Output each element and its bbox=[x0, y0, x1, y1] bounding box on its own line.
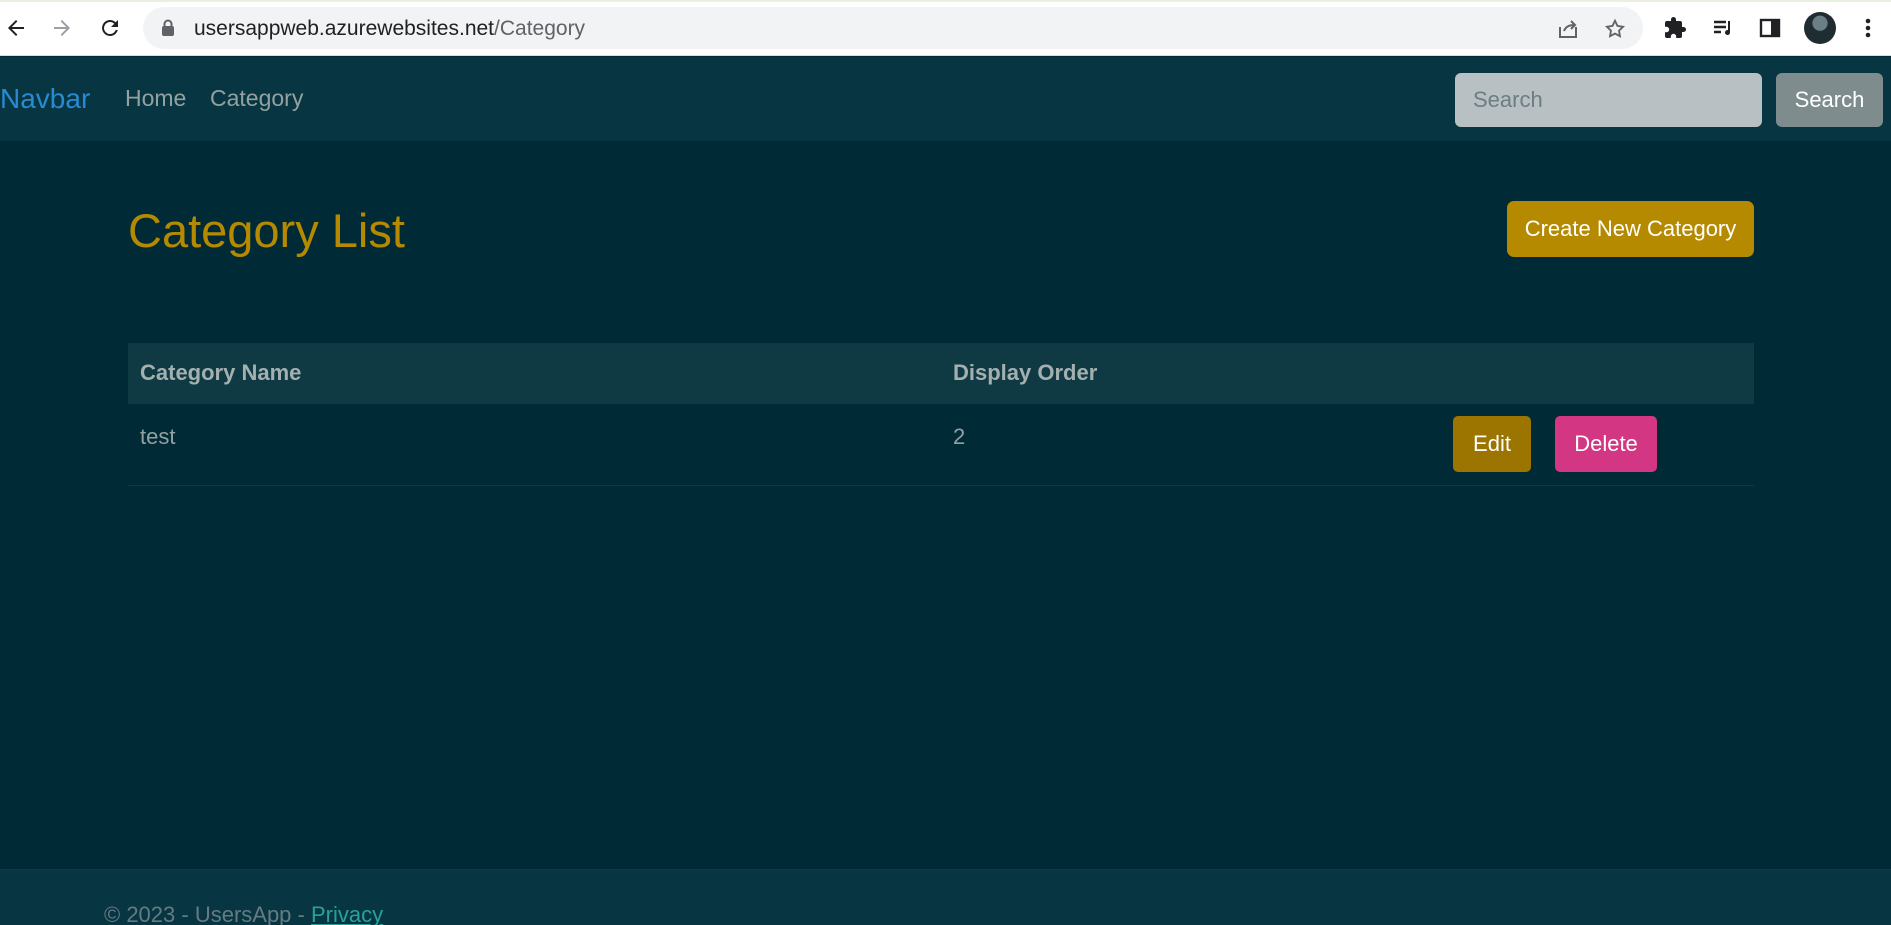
create-category-button[interactable]: Create New Category bbox=[1507, 201, 1754, 257]
table-row: test 2 Edit Delete bbox=[128, 404, 1754, 486]
lock-icon[interactable] bbox=[161, 19, 175, 42]
site-navbar: Navbar Home Category Search bbox=[0, 57, 1891, 141]
url-path: /Category bbox=[494, 17, 586, 40]
page-title: Category List bbox=[128, 204, 405, 257]
reload-icon[interactable] bbox=[94, 12, 126, 44]
menu-kebab-icon[interactable] bbox=[1852, 12, 1884, 44]
footer-text: © 2023 - UsersApp - Privacy bbox=[104, 902, 383, 925]
search-input[interactable] bbox=[1455, 73, 1762, 127]
cell-category-name: test bbox=[140, 424, 176, 449]
profile-avatar[interactable] bbox=[1804, 12, 1836, 44]
nav-link-home[interactable]: Home bbox=[125, 85, 186, 112]
nav-link-category[interactable]: Category bbox=[210, 85, 303, 112]
header-category-name: Category Name bbox=[140, 360, 302, 385]
url-host: usersappweb.azurewebsites.net bbox=[194, 17, 495, 40]
privacy-link[interactable]: Privacy bbox=[311, 902, 383, 925]
cell-display-order: 2 bbox=[953, 424, 966, 449]
site-footer: © 2023 - UsersApp - Privacy bbox=[0, 869, 1891, 925]
bookmark-star-icon[interactable] bbox=[1601, 15, 1629, 43]
edit-button[interactable]: Edit bbox=[1453, 416, 1531, 472]
table-header: Category Name Display Order bbox=[128, 343, 1754, 404]
navbar-brand[interactable]: Navbar bbox=[0, 83, 90, 115]
reading-list-icon[interactable] bbox=[1707, 12, 1739, 44]
address-bar[interactable]: usersappweb.azurewebsites.net/Category bbox=[143, 7, 1643, 49]
search-button[interactable]: Search bbox=[1776, 73, 1883, 127]
side-panel-icon[interactable] bbox=[1754, 12, 1786, 44]
extensions-icon[interactable] bbox=[1659, 12, 1691, 44]
footer-copyright: © 2023 - UsersApp - bbox=[104, 902, 311, 925]
toolbar-accent bbox=[0, 0, 1891, 2]
share-icon[interactable] bbox=[1554, 15, 1582, 43]
url-text: usersappweb.azurewebsites.net/Category bbox=[194, 17, 585, 41]
category-table: Category Name Display Order test 2 Edit … bbox=[128, 343, 1754, 486]
back-icon[interactable] bbox=[0, 12, 32, 44]
forward-icon[interactable] bbox=[46, 12, 78, 44]
browser-toolbar: usersappweb.azurewebsites.net/Category bbox=[0, 0, 1891, 56]
header-display-order: Display Order bbox=[953, 360, 1098, 385]
delete-button[interactable]: Delete bbox=[1555, 416, 1657, 472]
